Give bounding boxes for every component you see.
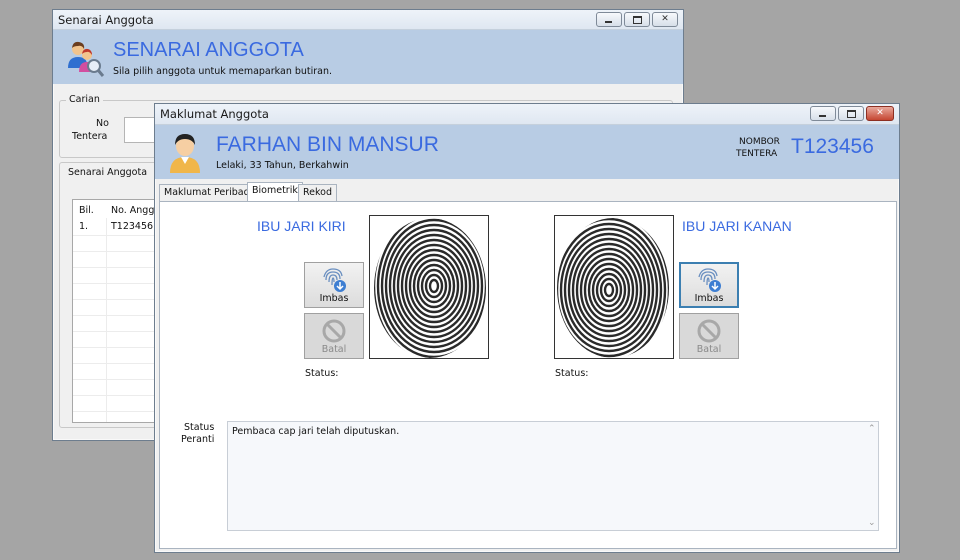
header-banner: SENARAI ANGGOTA Sila pilih anggota untuk… <box>53 30 683 84</box>
left-fingerprint-image <box>369 215 489 359</box>
maximize-button[interactable] <box>624 12 650 27</box>
page-subtitle: Sila pilih anggota untuk memaparkan buti… <box>113 66 333 77</box>
search-group-title: Carian <box>66 94 103 105</box>
user-avatar-icon <box>170 134 200 173</box>
right-cancel-label: Batal <box>696 344 722 355</box>
tab-rekod[interactable]: Rekod <box>298 184 338 201</box>
window-title: Senarai Anggota <box>58 13 154 27</box>
fingerprint-scan-icon <box>698 268 721 292</box>
nombor-label-line1: NOMBOR <box>739 137 780 147</box>
window-title: Maklumat Anggota <box>160 107 269 121</box>
scroll-up-icon[interactable]: ⌃ <box>868 424 876 434</box>
row-no-anggota: T123456 <box>111 221 154 232</box>
left-scan-button[interactable]: Imbas <box>304 262 364 308</box>
device-status-textarea[interactable]: Pembaca cap jari telah diputuskan. ⌃ ⌄ <box>227 421 879 531</box>
vertical-scrollbar[interactable]: ⌃ ⌄ <box>866 422 878 530</box>
close-button[interactable]: ✕ <box>866 106 894 121</box>
minimize-button[interactable] <box>596 12 622 27</box>
tab-strip: Maklumat Peribadi Biometrik Rekod <box>159 182 889 202</box>
left-status-label: Status: <box>305 368 339 379</box>
title-bar[interactable]: Maklumat Anggota ✕ <box>155 104 899 125</box>
list-group-title: Senarai Anggota <box>68 167 148 178</box>
device-status-text: Pembaca cap jari telah diputuskan. <box>232 426 400 437</box>
cancel-icon <box>697 319 721 343</box>
right-fingerprint-image <box>554 215 674 359</box>
scroll-down-icon[interactable]: ⌄ <box>868 518 876 528</box>
maximize-icon <box>847 110 856 118</box>
column-header-bil[interactable]: Bil. <box>79 205 94 216</box>
close-button[interactable]: ✕ <box>652 12 678 27</box>
fingerprint-icon <box>557 218 669 358</box>
nombor-label-line2: TENTERA <box>736 149 778 159</box>
right-scan-label: Imbas <box>694 293 724 304</box>
minimize-button[interactable] <box>810 106 836 121</box>
search-label-line2: Tentera <box>72 131 108 142</box>
left-cancel-button[interactable]: Batal <box>304 313 364 359</box>
row-bil: 1. <box>79 221 89 232</box>
right-scan-button[interactable]: Imbas <box>679 262 739 308</box>
close-icon: ✕ <box>661 14 669 24</box>
left-cancel-label: Batal <box>321 344 347 355</box>
minimize-icon <box>819 115 826 117</box>
search-label-line1: No <box>96 118 109 129</box>
right-status-label: Status: <box>555 368 589 379</box>
left-scan-label: Imbas <box>319 293 349 304</box>
fingerprint-icon <box>374 218 486 358</box>
device-status-label-line2: Peranti <box>181 434 215 445</box>
title-bar[interactable]: Senarai Anggota ✕ <box>53 10 683 30</box>
maximize-button[interactable] <box>838 106 864 121</box>
tab-maklumat-peribadi[interactable]: Maklumat Peribadi <box>159 184 258 201</box>
minimize-icon <box>605 21 612 23</box>
tab-biometrik[interactable]: Biometrik <box>247 182 303 201</box>
nombor-tentera-value: T123456 <box>791 135 874 158</box>
users-search-icon <box>68 41 105 77</box>
page-title: SENARAI ANGGOTA <box>113 39 304 61</box>
maklumat-anggota-window: Maklumat Anggota ✕ FARHAN BIN MANSUR Lel… <box>154 103 900 553</box>
right-cancel-button[interactable]: Batal <box>679 313 739 359</box>
fingerprint-scan-icon <box>323 268 346 292</box>
biometrik-panel: IBU JARI KIRI Imbas Batal Status: IBU JA… <box>159 201 897 549</box>
close-icon: ✕ <box>876 108 884 118</box>
member-name: FARHAN BIN MANSUR <box>216 133 439 156</box>
member-details: Lelaki, 33 Tahun, Berkahwin <box>216 160 349 171</box>
maximize-icon <box>633 16 642 24</box>
header-banner: FARHAN BIN MANSUR Lelaki, 33 Tahun, Berk… <box>155 125 899 179</box>
column-header-no-anggota[interactable]: No. Anggo <box>111 205 160 216</box>
cancel-icon <box>322 319 346 343</box>
right-thumb-label: IBU JARI KANAN <box>682 218 792 234</box>
device-status-label-line1: Status <box>184 422 215 433</box>
left-thumb-label: IBU JARI KIRI <box>257 218 346 234</box>
